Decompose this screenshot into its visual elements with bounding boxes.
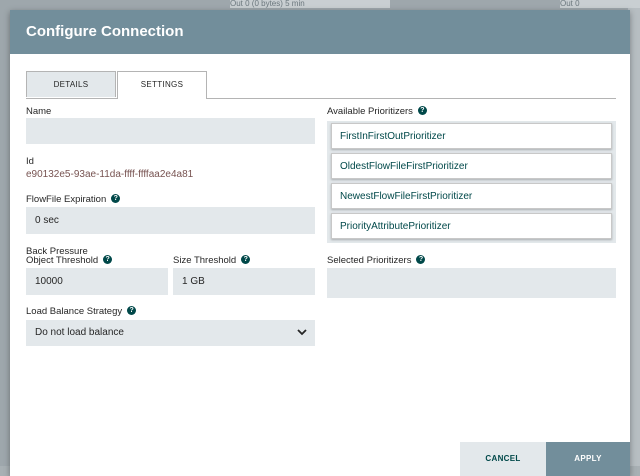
selected-prioritizers-dropzone[interactable]	[327, 268, 616, 298]
prioritizer-item[interactable]: FirstInFirstOutPrioritizer	[331, 123, 612, 149]
selected-prioritizers-label: Selected Prioritizers?	[327, 254, 426, 266]
flowfile-expiration-label: FlowFile Expiration?	[26, 193, 121, 205]
id-label: Id	[26, 156, 34, 167]
question-circle-icon[interactable]: ?	[417, 105, 427, 115]
prioritizer-item[interactable]: PriorityAttributePrioritizer	[331, 213, 612, 239]
dialog-header: Configure Connection	[10, 10, 630, 54]
question-circle-icon[interactable]: ?	[416, 254, 426, 264]
object-threshold-label-text: Object Threshold	[26, 255, 99, 266]
question-circle-icon[interactable]: ?	[103, 254, 113, 264]
apply-button[interactable]: APPLY	[546, 442, 630, 476]
dialog-footer: CANCEL APPLY	[10, 442, 630, 476]
configure-connection-dialog: Configure Connection DETAILS SETTINGS Na…	[10, 10, 630, 476]
flowfile-expiration-input[interactable]: 0 sec	[26, 207, 315, 234]
dialog-title: Configure Connection	[26, 23, 184, 40]
load-balance-strategy-select[interactable]: Do not load balance	[26, 320, 315, 346]
selected-prioritizers-label-text: Selected Prioritizers	[327, 255, 412, 266]
chevron-down-icon	[297, 329, 307, 336]
prioritizer-item[interactable]: NewestFlowFileFirstPrioritizer	[331, 183, 612, 209]
available-prioritizers-label-text: Available Prioritizers	[327, 106, 413, 117]
load-balance-strategy-label: Load Balance Strategy?	[26, 305, 137, 317]
size-threshold-input[interactable]: 1 GB	[173, 268, 315, 295]
id-value: e90132e5-93ae-11da-ffff-ffffaa2e4a81	[26, 169, 194, 180]
flowfile-expiration-label-text: FlowFile Expiration	[26, 194, 107, 205]
prioritizer-item[interactable]: OldestFlowFileFirstPrioritizer	[331, 153, 612, 179]
question-circle-icon[interactable]: ?	[111, 193, 121, 203]
question-circle-icon[interactable]: ?	[127, 305, 137, 315]
available-prioritizers-label: Available Prioritizers?	[327, 105, 427, 117]
name-label: Name	[26, 106, 51, 117]
tab-settings[interactable]: SETTINGS	[117, 71, 207, 99]
question-circle-icon[interactable]: ?	[241, 254, 251, 264]
object-threshold-input[interactable]: 10000	[26, 268, 168, 295]
cancel-button[interactable]: CANCEL	[460, 442, 546, 476]
load-balance-strategy-label-text: Load Balance Strategy	[26, 306, 123, 317]
background-stats-bar-right: Out 0	[560, 0, 640, 8]
available-prioritizers-list: FirstInFirstOutPrioritizer OldestFlowFil…	[327, 121, 616, 243]
name-input[interactable]	[26, 118, 315, 144]
tab-details[interactable]: DETAILS	[26, 71, 116, 97]
size-threshold-label-text: Size Threshold	[173, 255, 237, 266]
tab-bar: DETAILS SETTINGS	[26, 71, 616, 99]
object-threshold-label: Object Threshold?	[26, 254, 113, 266]
name-label-text: Name	[26, 106, 52, 117]
load-balance-selected-value: Do not load balance	[35, 327, 124, 338]
background-stats-bar: Out 0 (0 bytes) 5 min	[230, 0, 390, 8]
size-threshold-label: Size Threshold?	[173, 254, 251, 266]
